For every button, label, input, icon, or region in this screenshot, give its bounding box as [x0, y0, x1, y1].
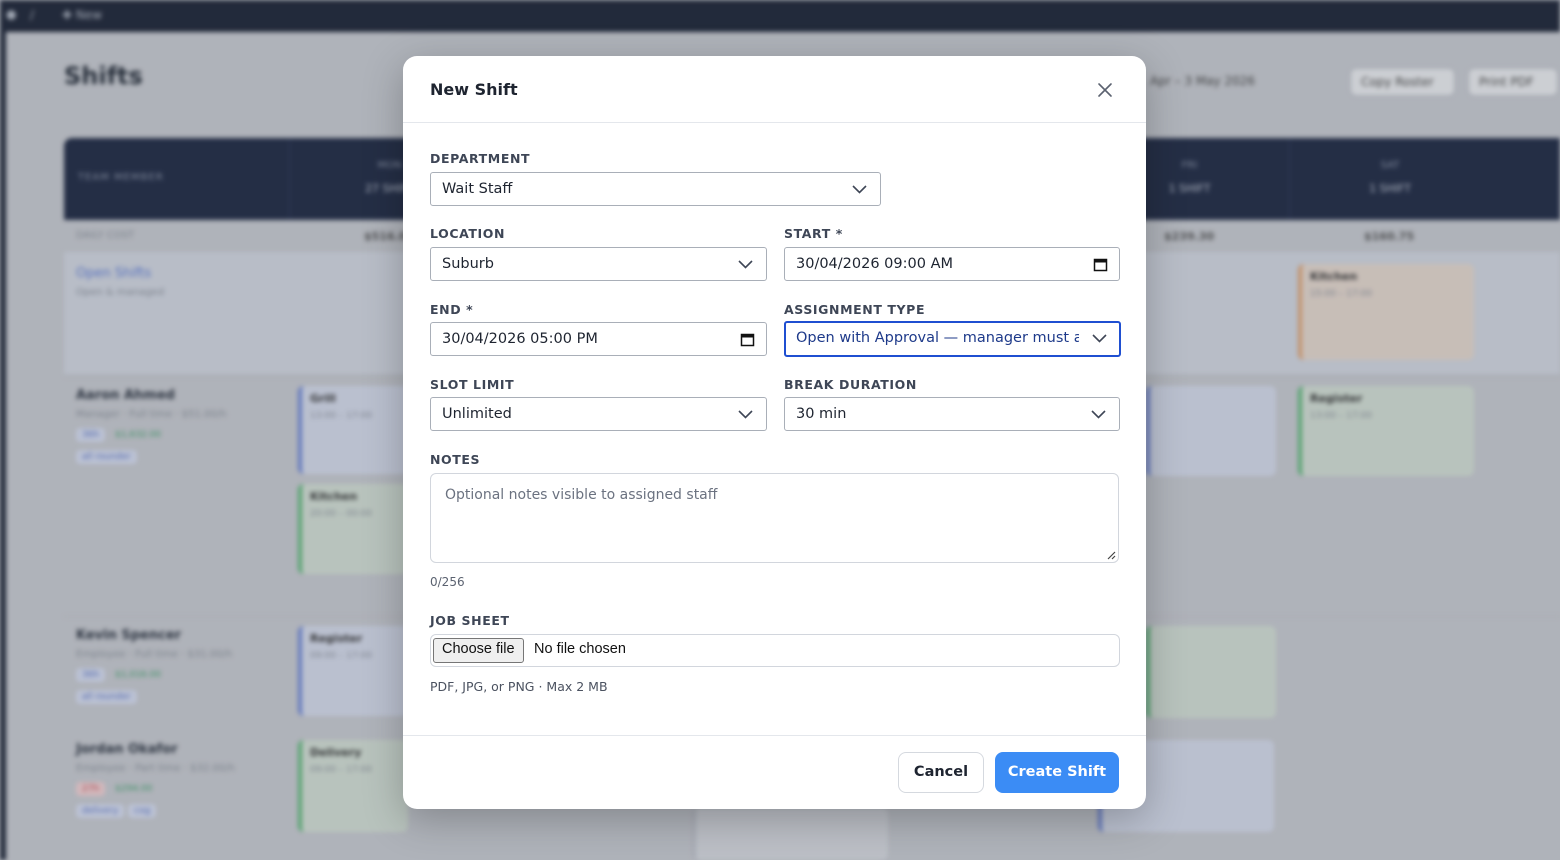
location-label: LOCATION [430, 226, 506, 241]
dialog-footer: Cancel Create Shift [403, 735, 1146, 809]
notes-char-counter: 0/256 [430, 575, 465, 589]
break-duration-select[interactable]: 30 min [784, 397, 1120, 431]
chevron-down-icon [738, 260, 753, 269]
assignment-type-value: Open with Approval — manager must approv… [796, 330, 1079, 346]
location-select[interactable]: Suburb [430, 247, 767, 281]
job-sheet-label: JOB SHEET [430, 613, 510, 628]
department-value: Wait Staff [442, 181, 513, 197]
notes-textarea[interactable]: Optional notes visible to assigned staff [430, 473, 1119, 563]
end-value: 30/04/2026 05:00 PM [442, 331, 598, 347]
chevron-down-icon [1091, 410, 1106, 419]
chevron-down-icon [738, 410, 753, 419]
start-label: START * [784, 226, 843, 241]
notes-label: NOTES [430, 452, 481, 467]
chevron-down-icon [1092, 334, 1107, 343]
dialog-title: New Shift [430, 80, 518, 99]
calendar-icon[interactable] [740, 332, 755, 347]
close-icon[interactable] [1095, 80, 1115, 100]
chevron-down-icon [852, 185, 867, 194]
end-label: END * [430, 302, 474, 317]
file-format-hint: PDF, JPG, or PNG · Max 2 MB [430, 679, 608, 694]
create-shift-button[interactable]: Create Shift [995, 752, 1119, 793]
file-status-text: No file chosen [534, 641, 626, 657]
new-shift-dialog: New Shift DEPARTMENT Wait Staff LOCATION… [403, 56, 1146, 809]
slot-limit-label: SLOT LIMIT [430, 377, 515, 392]
resize-handle-icon[interactable] [1106, 550, 1116, 560]
break-duration-value: 30 min [796, 406, 847, 422]
start-datetime-input[interactable]: 30/04/2026 09:00 AM [784, 247, 1120, 281]
assignment-type-select[interactable]: Open with Approval — manager must approv… [784, 321, 1121, 357]
department-select[interactable]: Wait Staff [430, 172, 881, 206]
notes-placeholder: Optional notes visible to assigned staff [445, 487, 718, 503]
choose-file-button[interactable]: Choose file [433, 638, 524, 663]
dialog-header: New Shift [403, 56, 1146, 123]
break-duration-label: BREAK DURATION [784, 377, 917, 392]
department-label: DEPARTMENT [430, 151, 531, 166]
location-value: Suburb [442, 256, 494, 272]
cancel-button[interactable]: Cancel [898, 752, 984, 793]
calendar-icon[interactable] [1093, 257, 1108, 272]
job-sheet-file-input[interactable]: Choose file No file chosen [430, 634, 1120, 667]
slot-limit-value: Unlimited [442, 406, 512, 422]
end-datetime-input[interactable]: 30/04/2026 05:00 PM [430, 322, 767, 356]
assignment-type-label: ASSIGNMENT TYPE [784, 302, 926, 317]
start-value: 30/04/2026 09:00 AM [796, 256, 954, 272]
slot-limit-select[interactable]: Unlimited [430, 397, 767, 431]
